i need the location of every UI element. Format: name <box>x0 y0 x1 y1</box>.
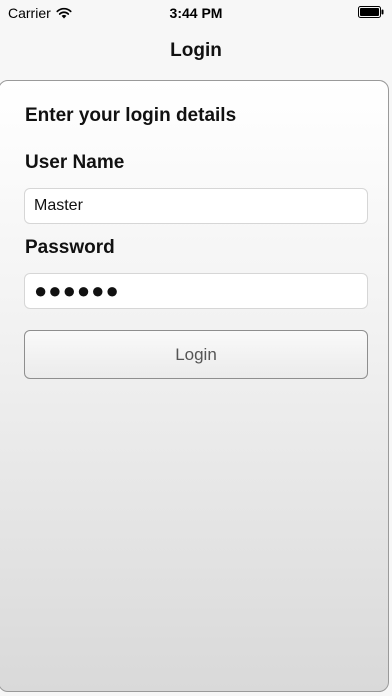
login-button[interactable]: Login <box>24 330 368 379</box>
password-field[interactable]: ●●●●●● <box>24 273 368 309</box>
login-screen: Carrier 3:44 PM Login Enter your login d… <box>0 0 392 696</box>
form-heading: Enter your login details <box>25 105 237 126</box>
status-bar: Carrier 3:44 PM <box>0 0 392 26</box>
battery-full-icon <box>358 6 384 18</box>
page-title: Login <box>170 40 222 61</box>
username-label: User Name <box>25 152 125 173</box>
password-label: Password <box>25 237 115 258</box>
status-time: 3:44 PM <box>169 5 223 21</box>
navigation-bar: Login <box>0 26 392 78</box>
username-field[interactable] <box>24 188 368 224</box>
